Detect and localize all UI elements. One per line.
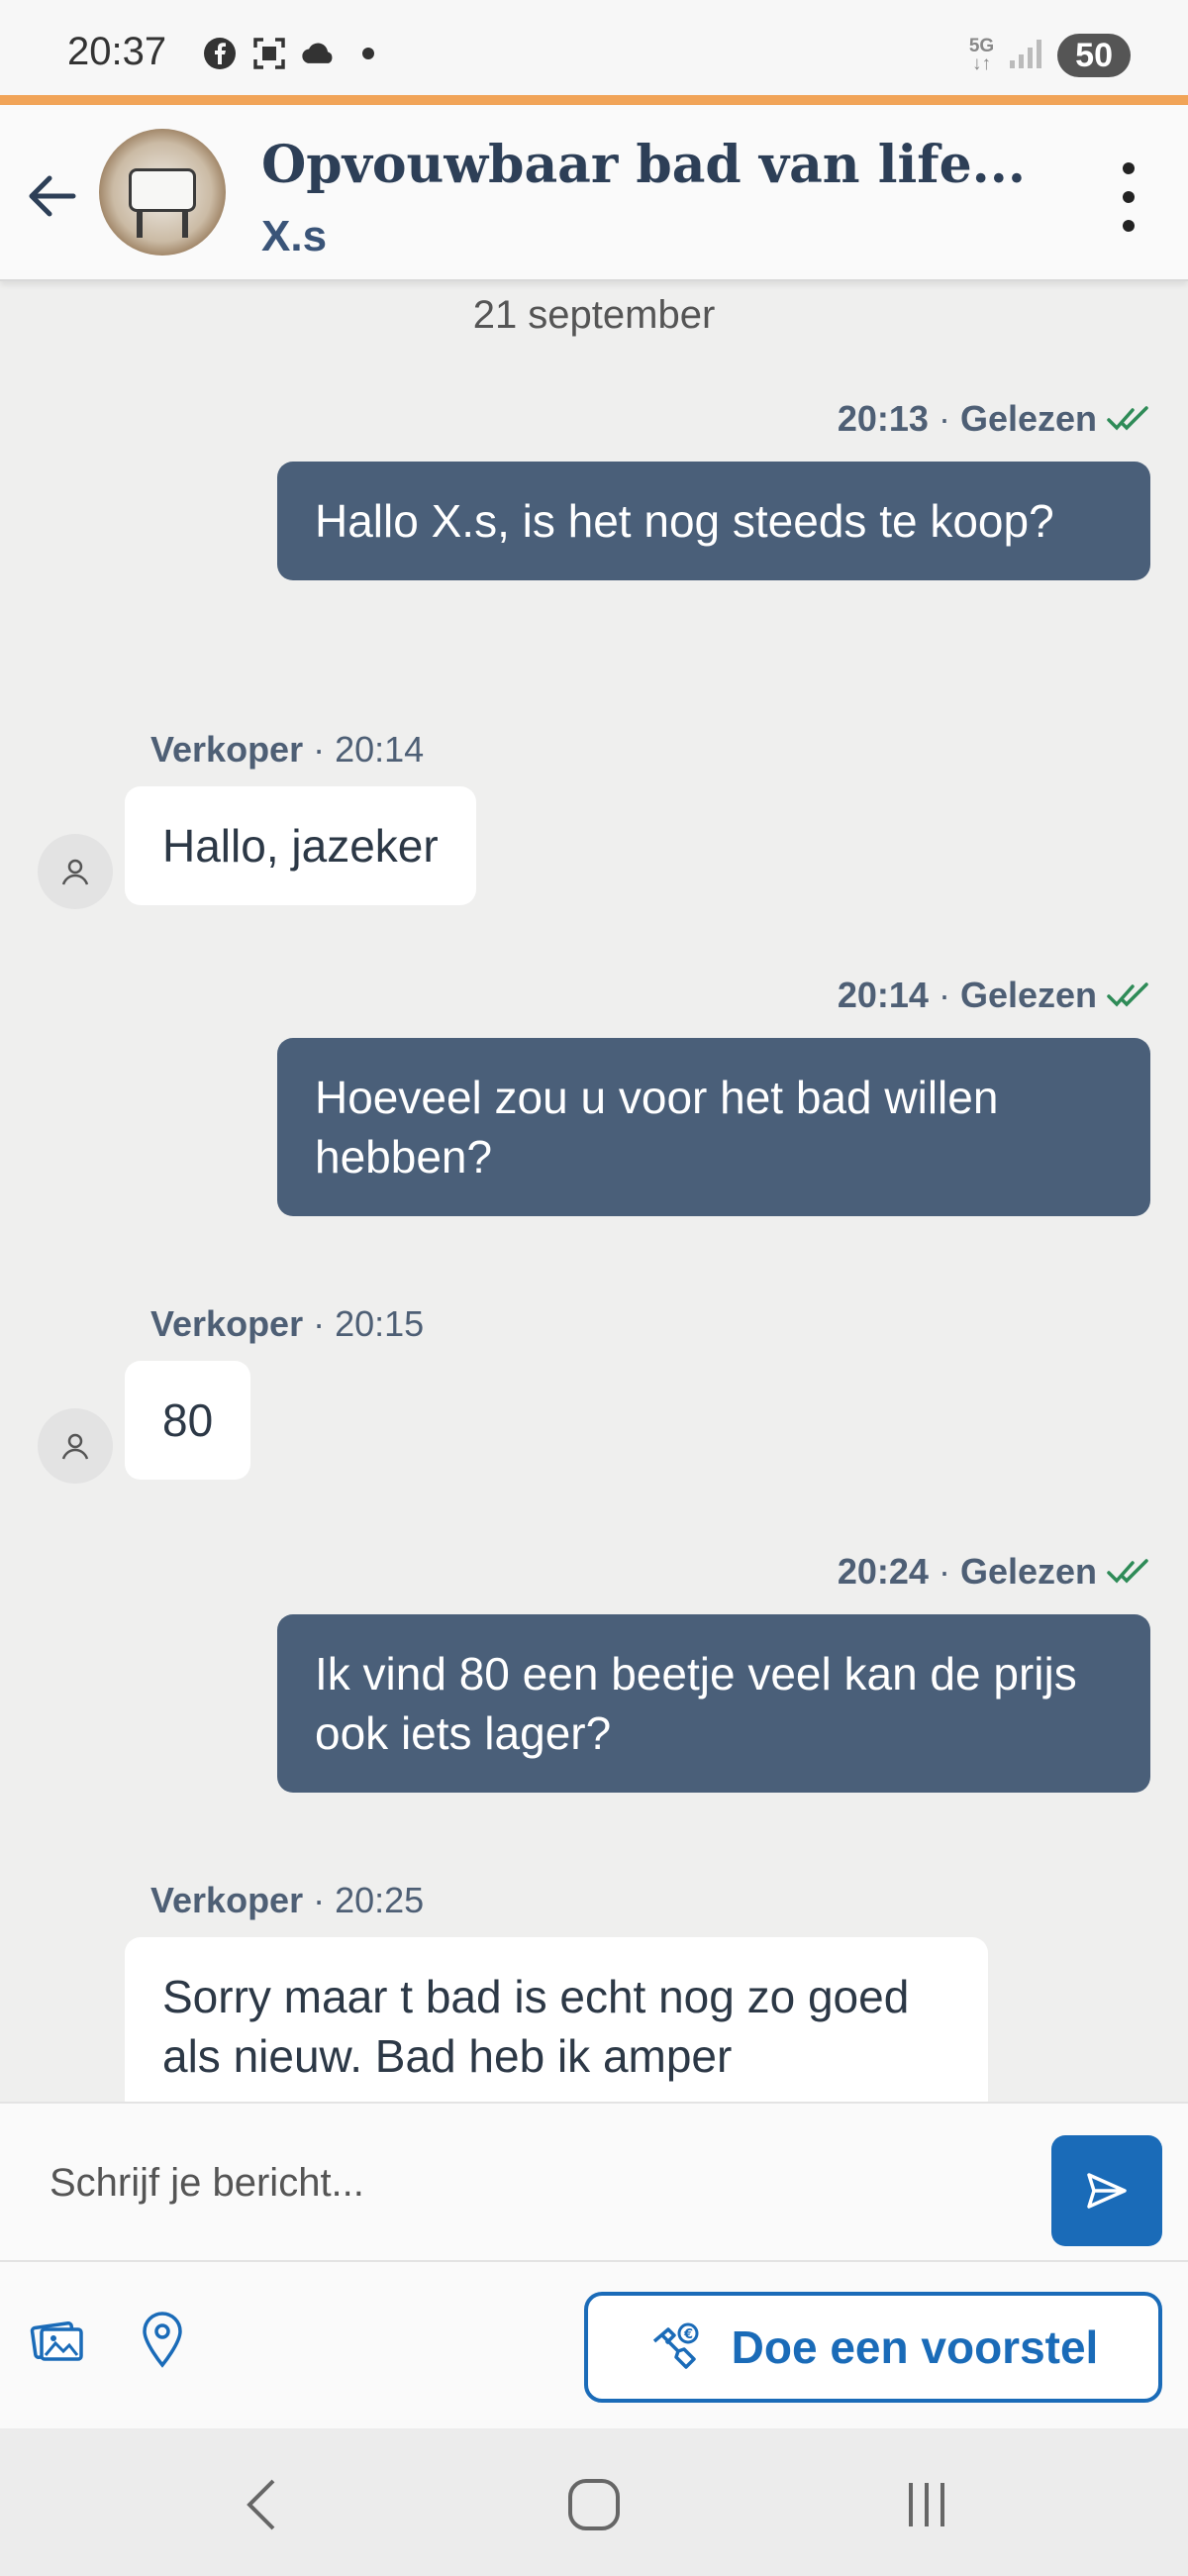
chevron-left-icon: [247, 2479, 275, 2530]
read-status: Gelezen: [959, 975, 1097, 1015]
status-bar: 20:37 5G ↓↑ 50: [0, 0, 1188, 95]
data-arrows-icon: ↓↑: [971, 53, 991, 74]
read-check-icon: [1107, 1559, 1148, 1584]
meta-separator: ·: [313, 729, 336, 770]
incoming-message[interactable]: Hallo, jazeker: [125, 786, 476, 905]
user-icon: [61, 1433, 89, 1460]
make-offer-label: Doe een voorstel: [731, 2321, 1099, 2373]
nav-back-button[interactable]: [222, 2470, 301, 2539]
composer-actions: € Doe een voorstel: [0, 2262, 1188, 2428]
composer: [0, 2102, 1188, 2262]
send-button[interactable]: [1051, 2135, 1162, 2246]
chat-header: Opvouwbaar bad van life... X.s: [0, 105, 1188, 281]
cloud-icon: [301, 36, 337, 71]
message-time: 20:15: [335, 1303, 425, 1344]
status-time: 20:37: [67, 30, 167, 73]
listing-thumbnail[interactable]: [99, 129, 226, 256]
battery-indicator: 50: [1057, 34, 1131, 77]
sender-label: Verkoper: [150, 1880, 304, 1920]
bath-leg: [137, 210, 143, 238]
date-separator: 21 september: [472, 293, 716, 337]
location-pin-icon: [143, 2312, 182, 2368]
message-time: 20:13: [837, 398, 929, 439]
read-check-icon: [1107, 406, 1148, 431]
svg-text:€: €: [683, 2327, 693, 2342]
message-meta: Verkoper · 20:15: [150, 1303, 424, 1345]
meta-separator: ·: [313, 1303, 336, 1344]
message-meta: Verkoper · 20:25: [150, 1880, 424, 1921]
network-indicator: 5G ↓↑: [969, 37, 994, 74]
read-check-icon: [1107, 982, 1148, 1007]
facebook-icon: [202, 36, 238, 71]
message-meta: Verkoper · 20:14: [150, 729, 424, 771]
send-icon: [1087, 2173, 1127, 2209]
bath-image: [129, 168, 196, 212]
message-input[interactable]: [28, 2131, 1038, 2234]
listing-title[interactable]: Opvouwbaar bad van life...: [261, 135, 1026, 195]
message-time: 20:24: [837, 1551, 929, 1592]
back-arrow-icon: [29, 175, 76, 217]
message-time: 20:14: [837, 975, 929, 1015]
recents-icon: [909, 2483, 944, 2526]
read-status: Gelezen: [959, 1551, 1097, 1592]
notification-icons: [202, 36, 386, 71]
message-meta: 20:24 · Gelezen: [838, 1551, 1150, 1593]
outgoing-message[interactable]: Ik vind 80 een beetje veel kan de prijs …: [277, 1614, 1150, 1793]
offer-hand-icon: €: [652, 2322, 699, 2369]
more-options-button[interactable]: [1109, 162, 1148, 232]
outgoing-message[interactable]: Hoeveel zou u voor het bad willen hebben…: [277, 1038, 1150, 1216]
seller-avatar: [38, 834, 113, 909]
sender-label: Verkoper: [150, 729, 304, 770]
meta-separator: ·: [938, 398, 950, 439]
user-icon: [61, 859, 89, 885]
message-meta: 20:14 · Gelezen: [838, 975, 1150, 1016]
scan-icon: [251, 36, 287, 71]
nav-home-button[interactable]: [554, 2470, 634, 2539]
system-navigation-bar: [0, 2428, 1188, 2576]
dot-icon: [350, 36, 386, 71]
home-icon: [568, 2479, 620, 2530]
sender-label: Verkoper: [150, 1303, 304, 1344]
share-location-button[interactable]: [139, 2310, 194, 2369]
bath-leg: [182, 210, 188, 238]
more-dot-icon: [1123, 162, 1135, 174]
more-dot-icon: [1123, 191, 1135, 203]
nav-recents-button[interactable]: [887, 2470, 966, 2539]
chat-thread[interactable]: 21 september 20:13 · Gelezen Hallo X.s, …: [0, 283, 1188, 2102]
photos-icon: [30, 2321, 83, 2361]
seller-name[interactable]: X.s: [261, 212, 327, 261]
message-time: 20:25: [335, 1880, 425, 1920]
seller-avatar: [38, 1408, 113, 1484]
make-offer-button[interactable]: € Doe een voorstel: [584, 2292, 1162, 2403]
incoming-message[interactable]: 80: [125, 1361, 251, 1480]
incoming-message[interactable]: Sorry maar t bad is echt nog zo goed als…: [125, 1937, 988, 2102]
meta-separator: ·: [313, 1880, 336, 1920]
add-photo-button[interactable]: [30, 2312, 85, 2367]
message-meta: 20:13 · Gelezen: [838, 398, 1150, 440]
read-status: Gelezen: [959, 398, 1097, 439]
outgoing-message[interactable]: Hallo X.s, is het nog steeds te koop?: [277, 462, 1150, 580]
more-dot-icon: [1123, 220, 1135, 232]
signal-icon: [1008, 37, 1043, 75]
meta-separator: ·: [938, 975, 950, 1015]
accent-line: [0, 95, 1188, 105]
back-button[interactable]: [22, 166, 81, 226]
message-time: 20:14: [335, 729, 425, 770]
status-right: 5G ↓↑ 50: [969, 34, 1131, 77]
meta-separator: ·: [938, 1551, 950, 1592]
